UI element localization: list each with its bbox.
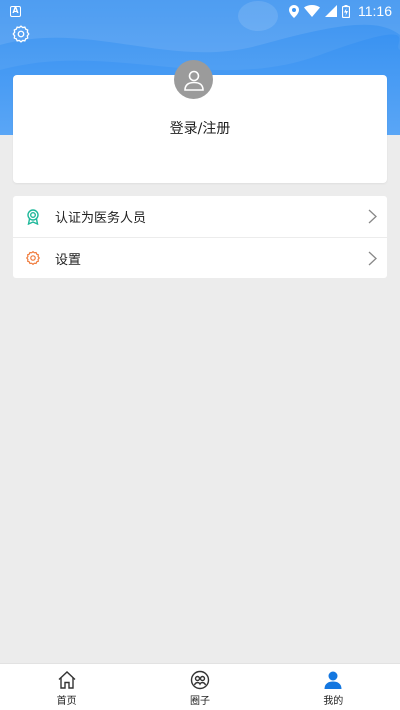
tab-label: 我的 <box>323 696 344 707</box>
badge-icon <box>25 208 41 225</box>
battery-icon <box>342 4 350 18</box>
circle-icon <box>190 670 210 690</box>
user-icon <box>324 671 342 689</box>
location-icon <box>289 4 299 18</box>
bottom-tab-bar: 首页 圈子 我的 <box>0 663 400 710</box>
tab-circle[interactable]: 圈子 <box>133 664 266 710</box>
tab-mine[interactable]: 我的 <box>267 664 400 710</box>
menu-item-label: 认证为医务人员 <box>55 211 147 226</box>
wifi-icon <box>304 5 320 17</box>
signal-icon <box>325 5 337 17</box>
menu-item-label: 设置 <box>55 252 82 268</box>
menu-card: 认证为医务人员 设置 <box>13 196 387 278</box>
tab-label: 首页 <box>56 696 77 707</box>
tab-home[interactable]: 首页 <box>0 664 133 710</box>
notification-a-icon: A <box>10 5 21 17</box>
login-register-link[interactable]: 登录/注册 <box>0 118 400 138</box>
chevron-right-icon <box>368 209 377 224</box>
home-icon <box>58 671 76 689</box>
menu-item-settings[interactable]: 设置 <box>13 237 387 278</box>
default-avatar-icon <box>183 70 204 91</box>
avatar[interactable] <box>174 60 213 99</box>
menu-item-certify[interactable]: 认证为医务人员 <box>13 196 387 237</box>
chevron-right-icon <box>368 251 377 266</box>
status-time: 11:16 <box>358 3 392 19</box>
gear-icon <box>25 250 41 266</box>
settings-gear-icon[interactable] <box>11 24 31 44</box>
status-bar: A 11:16 <box>0 0 400 22</box>
tab-label: 圈子 <box>189 696 210 707</box>
